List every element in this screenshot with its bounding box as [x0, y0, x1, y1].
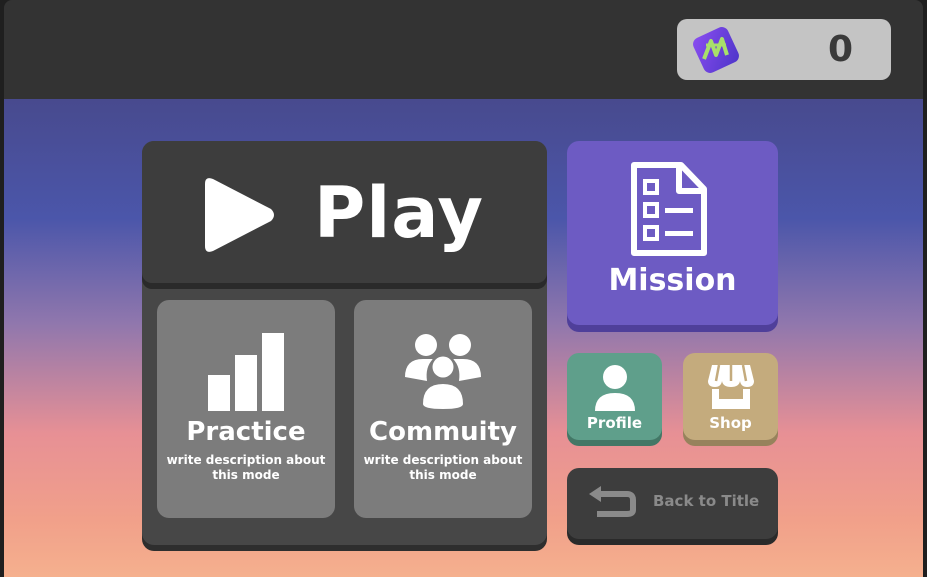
practice-title: Practice — [186, 417, 306, 447]
community-description: write description about this mode — [363, 453, 523, 482]
currency-value: 0 — [827, 29, 853, 70]
play-icon — [205, 178, 274, 252]
mission-label: Mission — [608, 263, 737, 298]
shop-button[interactable]: Shop — [683, 353, 778, 440]
bar-chart-icon — [208, 333, 284, 411]
currency-display: 0 — [677, 19, 891, 80]
gem-icon — [693, 27, 739, 73]
back-to-title-label: Back to Title — [653, 492, 760, 510]
main-panel: Play Practice write description about th… — [142, 141, 547, 545]
back-to-title-button[interactable]: Back to Title — [567, 468, 778, 539]
user-icon — [594, 365, 635, 411]
mission-button[interactable]: Mission — [567, 141, 778, 325]
practice-description: write description about this mode — [166, 453, 326, 482]
checklist-icon — [631, 162, 707, 256]
play-label: Play — [314, 172, 485, 254]
practice-card[interactable]: Practice write description about this mo… — [157, 300, 335, 518]
profile-button[interactable]: Profile — [567, 353, 662, 440]
play-button[interactable]: Play — [142, 141, 547, 283]
top-bar: 0 — [4, 0, 923, 99]
return-arrow-icon — [589, 486, 636, 517]
profile-label: Profile — [586, 414, 643, 432]
community-title: Commuity — [369, 417, 517, 447]
shop-label: Shop — [709, 414, 752, 432]
store-icon — [707, 364, 754, 409]
community-card[interactable]: Commuity write description about this mo… — [354, 300, 532, 518]
group-icon — [405, 334, 481, 411]
